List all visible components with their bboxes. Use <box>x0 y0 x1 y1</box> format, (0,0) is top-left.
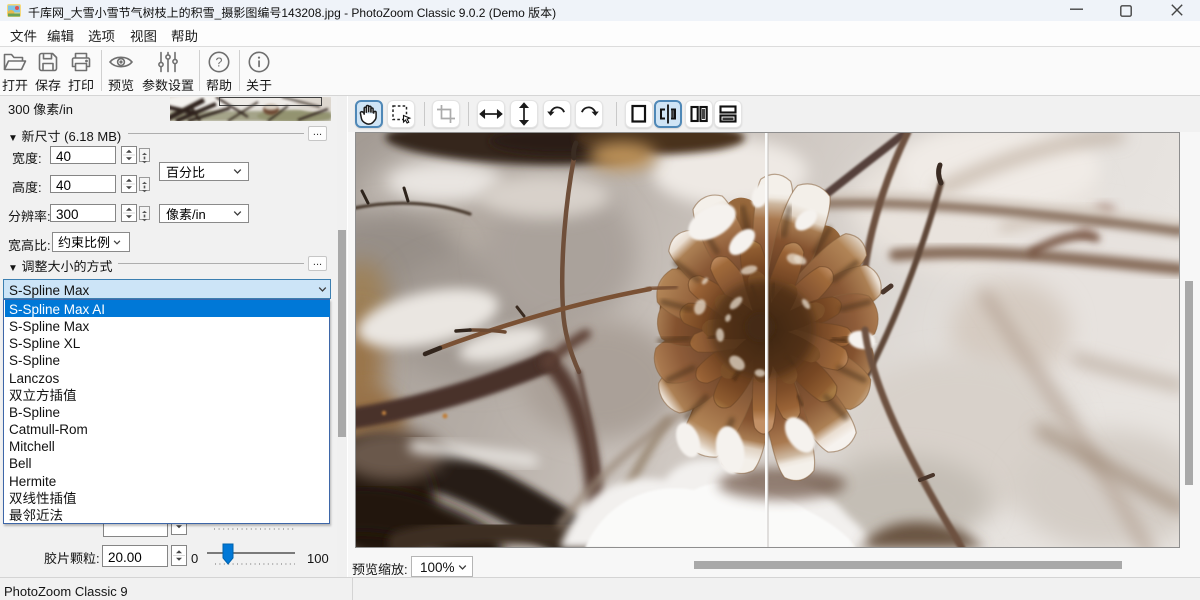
svg-text:?: ? <box>216 56 223 70</box>
